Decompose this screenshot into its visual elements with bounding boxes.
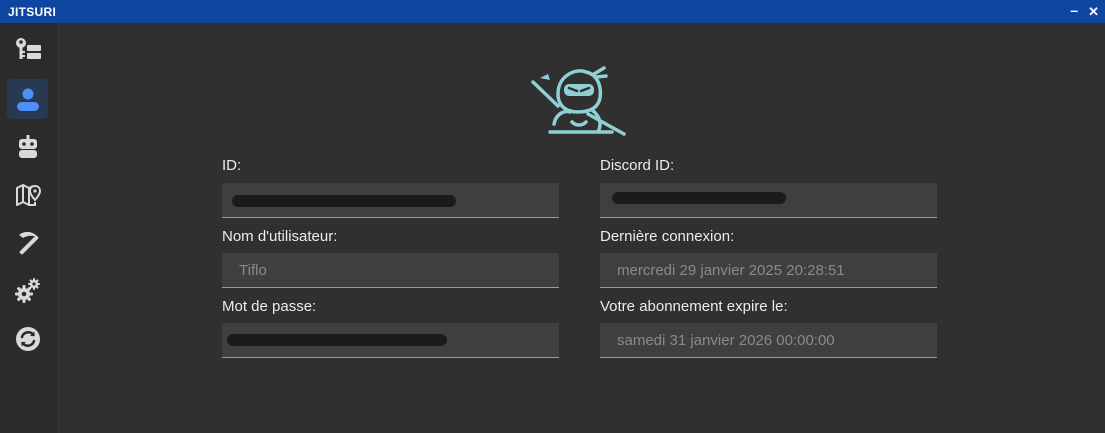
user-icon (16, 88, 39, 111)
title-bar: JITSURI – ✕ (0, 0, 1105, 23)
sidebar-item-bot[interactable] (7, 127, 48, 167)
minimize-button[interactable]: – (1070, 3, 1078, 17)
username-label: Nom d'utilisateur: (222, 228, 338, 245)
app-title: JITSURI (8, 4, 57, 19)
username-field[interactable]: Tiflo (222, 253, 559, 288)
subscription-expiry-value: samedi 31 janvier 2026 00:00:00 (617, 331, 835, 349)
password-redaction (227, 334, 447, 346)
sidebar-item-settings[interactable] (7, 271, 48, 311)
discord-id-field[interactable] (600, 183, 937, 218)
sidebar-item-keys[interactable] (7, 30, 48, 70)
sidebar-item-map[interactable] (7, 175, 48, 215)
sidebar-item-mining[interactable] (7, 223, 48, 263)
last-login-field[interactable]: mercredi 29 janvier 2025 20:28:51 (600, 253, 937, 288)
map-pin-icon (15, 184, 41, 206)
key-list-icon (15, 38, 41, 59)
sidebar-item-sync[interactable] (7, 319, 48, 359)
window-controls: – ✕ (1070, 3, 1099, 19)
subscription-expiry-label: Votre abonnement expire le: (600, 298, 788, 315)
last-login-value: mercredi 29 janvier 2025 20:28:51 (617, 261, 845, 279)
discord-id-redaction (612, 192, 786, 204)
pickaxe-icon (18, 231, 39, 255)
id-redaction (232, 195, 456, 207)
gears-icon (14, 278, 40, 303)
robot-icon (18, 135, 37, 158)
id-label: ID: (222, 157, 242, 174)
last-login-label: Dernière connexion: (600, 228, 735, 245)
account-panel: ID: Nom d'utilisateur: Tiflo Mot de pass… (59, 23, 1105, 433)
password-field[interactable] (222, 323, 559, 358)
discord-id-label: Discord ID: (600, 157, 675, 174)
id-field[interactable] (222, 183, 559, 218)
close-button[interactable]: ✕ (1088, 5, 1099, 18)
ninja-logo-icon (531, 66, 626, 136)
sync-icon (15, 327, 40, 351)
password-label: Mot de passe: (222, 298, 317, 315)
subscription-expiry-field[interactable]: samedi 31 janvier 2026 00:00:00 (600, 323, 937, 358)
sidebar-item-account[interactable] (7, 79, 48, 119)
username-value: Tiflo (239, 261, 267, 279)
sidebar (0, 23, 59, 433)
